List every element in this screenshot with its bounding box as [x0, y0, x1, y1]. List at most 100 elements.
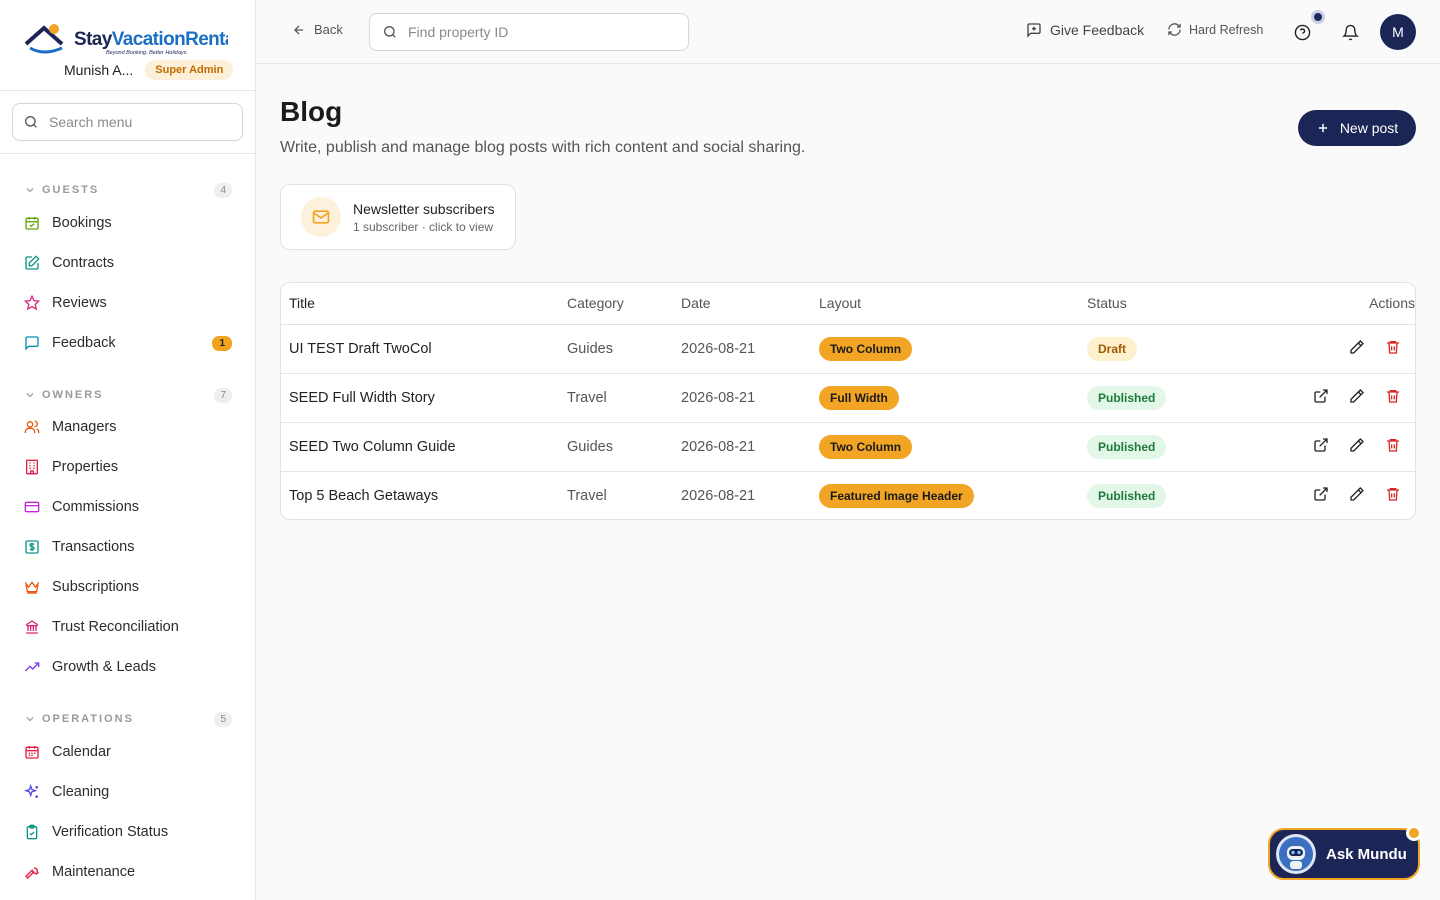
menu-search-area	[0, 91, 255, 154]
column-category-header[interactable]: Category	[567, 283, 681, 325]
property-search-box[interactable]	[369, 13, 689, 51]
sidebar-item-managers[interactable]: Managers	[24, 413, 232, 441]
table-row[interactable]: Top 5 Beach Getaways Travel 2026-08-21 F…	[281, 471, 1415, 519]
table-row[interactable]: UI TEST Draft TwoCol Guides 2026-08-21 T…	[281, 324, 1415, 374]
property-search-input[interactable]	[408, 24, 668, 40]
post-title[interactable]: SEED Two Column Guide	[281, 422, 567, 472]
sparkles-icon	[24, 784, 38, 798]
section-guests[interactable]: GUESTS 4	[24, 180, 232, 200]
sidebar-item-maintenance[interactable]: Maintenance	[24, 858, 232, 886]
sidebar-item-calendar[interactable]: Calendar	[24, 738, 232, 766]
external-link-icon[interactable]	[1313, 388, 1329, 404]
edit-pencil-icon[interactable]	[1349, 339, 1365, 355]
brand-name-stay: Stay	[74, 29, 113, 50]
building-icon	[26, 459, 38, 475]
chevron-down-icon	[26, 716, 34, 722]
post-date: 2026-08-21	[681, 324, 819, 374]
trash-icon[interactable]	[1385, 437, 1401, 453]
subscribers-text: Newsletter subscribers 1 subscriber · cl…	[353, 201, 495, 234]
arrow-left-icon	[294, 24, 304, 35]
role-badge: Super Admin	[145, 60, 234, 80]
post-title[interactable]: UI TEST Draft TwoCol	[281, 324, 567, 374]
brand-tagline: Beyond Booking. Better Holidays.	[106, 50, 188, 56]
section-operations[interactable]: OPERATIONS 5	[24, 709, 232, 729]
section-owners[interactable]: OWNERS 7	[24, 385, 232, 405]
notifications-button[interactable]	[1340, 22, 1360, 42]
crown-icon	[24, 581, 40, 594]
sidebar-item-feedback[interactable]: Feedback 1	[24, 329, 232, 357]
sidebar-item-properties[interactable]: Properties	[24, 453, 232, 481]
refresh-icon	[1168, 23, 1181, 36]
post-title[interactable]: Top 5 Beach Getaways	[281, 471, 567, 519]
trash-icon[interactable]	[1385, 486, 1401, 502]
sidebar-item-label: Commissions	[52, 499, 140, 515]
post-title[interactable]: SEED Full Width Story	[281, 373, 567, 423]
trending-up-icon	[24, 662, 40, 672]
table-row[interactable]: SEED Full Width Story Travel 2026-08-21 …	[281, 373, 1415, 423]
column-layout-header[interactable]: Layout	[819, 283, 1087, 325]
hard-refresh-button[interactable]: Hard Refresh	[1167, 22, 1263, 37]
ask-mundu-button[interactable]: Ask Mundu	[1268, 828, 1420, 880]
trash-icon[interactable]	[1385, 339, 1401, 355]
sidebar-item-reviews[interactable]: Reviews	[24, 289, 232, 317]
feedback-count-badge: 1	[212, 335, 232, 351]
sidebar-item-commissions[interactable]: Commissions	[24, 493, 232, 521]
layout-badge: Two Column	[819, 336, 913, 361]
message-square-icon	[25, 336, 39, 351]
status-badge: Published	[1087, 385, 1167, 410]
blog-posts-table: Title Category Date Layout Status Action…	[280, 282, 1416, 520]
give-feedback-button[interactable]: Give Feedback	[1026, 22, 1144, 38]
post-status: Draft	[1087, 324, 1237, 374]
section-title: GUESTS	[42, 184, 100, 196]
help-button[interactable]	[1292, 22, 1312, 42]
sidebar-item-label: Subscriptions	[52, 579, 140, 595]
status-badge: Published	[1087, 434, 1167, 459]
sidebar-item-verification-status[interactable]: Verification Status	[24, 818, 232, 846]
sidebar-item-label: Transactions	[52, 539, 135, 555]
sidebar-item-bookings[interactable]: Bookings	[24, 209, 232, 237]
search-icon	[25, 116, 37, 128]
hard-refresh-label: Hard Refresh	[1189, 22, 1264, 37]
post-status: Published	[1087, 373, 1237, 423]
external-link-icon[interactable]	[1313, 486, 1329, 502]
sidebar-item-label: Calendar	[52, 744, 111, 760]
table-row[interactable]: SEED Two Column Guide Guides 2026-08-21 …	[281, 422, 1415, 472]
post-layout: Two Column	[819, 422, 1087, 472]
sidebar-item-transactions[interactable]: Transactions	[24, 533, 232, 561]
help-circle-icon	[1294, 24, 1310, 40]
calendar-icon	[25, 746, 39, 759]
column-title-header[interactable]: Title	[281, 283, 567, 325]
page-subtitle: Write, publish and manage blog posts wit…	[280, 139, 806, 156]
menu-search-box[interactable]	[12, 103, 243, 141]
page-title: Blog	[280, 96, 343, 127]
back-label: Back	[314, 22, 343, 37]
edit-pencil-icon[interactable]	[1349, 486, 1365, 502]
user-avatar[interactable]: M	[1380, 14, 1416, 50]
user-name[interactable]: Munish A...	[64, 62, 133, 78]
sidebar-item-trust-reconciliation[interactable]: Trust Reconciliation	[24, 613, 232, 641]
sidebar-item-contracts[interactable]: Contracts	[24, 249, 232, 277]
layout-badge: Full Width	[819, 385, 899, 410]
back-button[interactable]: Back	[292, 22, 343, 37]
external-link-icon[interactable]	[1313, 437, 1329, 453]
status-badge: Published	[1087, 483, 1167, 508]
column-date-header[interactable]: Date	[681, 283, 819, 325]
sidebar-item-subscriptions[interactable]: Subscriptions	[24, 573, 232, 601]
column-status-header[interactable]: Status	[1087, 283, 1237, 325]
newsletter-subscribers-card[interactable]: Newsletter subscribers 1 subscriber · cl…	[280, 184, 516, 250]
brand-logo[interactable]: StayVacationRentals Beyond Booking. Bett…	[24, 18, 228, 58]
post-actions	[1237, 373, 1415, 423]
trash-icon[interactable]	[1385, 388, 1401, 404]
sidebar-item-growth-leads[interactable]: Growth & Leads	[24, 653, 232, 681]
edit-pencil-icon[interactable]	[1349, 388, 1365, 404]
edit-pencil-icon[interactable]	[1349, 437, 1365, 453]
post-category: Travel	[567, 487, 607, 504]
search-icon	[384, 26, 396, 38]
sidebar-item-label: Growth & Leads	[52, 659, 156, 675]
give-feedback-label: Give Feedback	[1050, 22, 1145, 38]
new-post-button[interactable]: New post	[1298, 110, 1416, 146]
post-actions	[1237, 471, 1415, 519]
menu-search-input[interactable]	[49, 114, 229, 130]
status-badge: Draft	[1087, 336, 1138, 361]
sidebar-item-cleaning[interactable]: Cleaning	[24, 778, 232, 806]
